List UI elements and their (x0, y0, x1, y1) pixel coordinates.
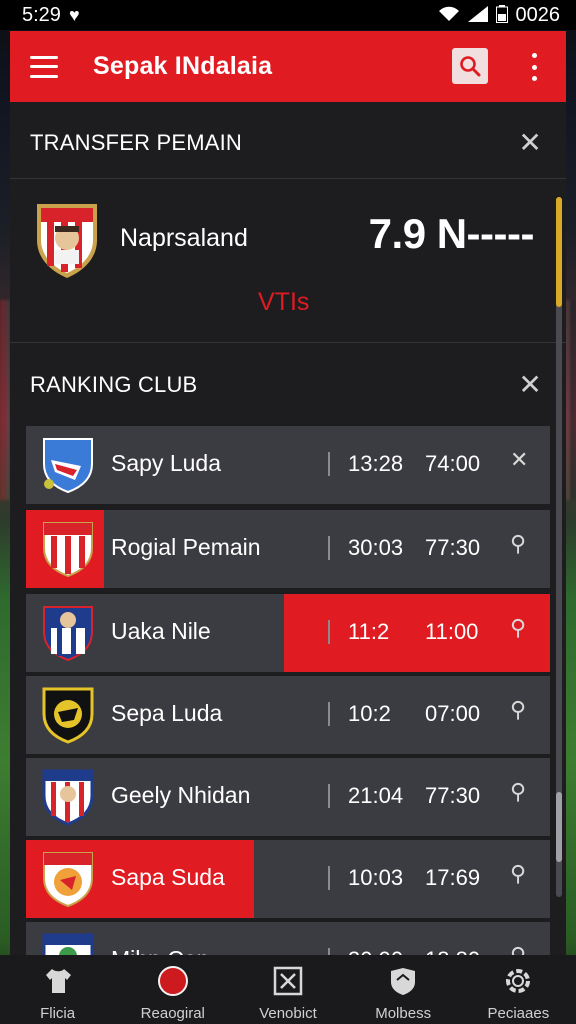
club-name: Sepa Luda (111, 700, 223, 726)
nav-item-venobict[interactable]: Venobict (233, 955, 343, 1024)
row-score: 07:00 (425, 701, 481, 726)
club-name: Sapa Suda (111, 864, 225, 890)
search-icon[interactable]: ⚲ (510, 699, 526, 721)
shirt-icon (42, 965, 74, 997)
club-crest-icon (43, 522, 93, 578)
transfer-header: TRANSFER PEMAIN ✕ (10, 108, 566, 178)
ranking-row[interactable]: Sepa Luda 10:2 07:00 ⚲ (26, 676, 550, 754)
ranking-row[interactable]: Sapa Suda 10:03 17:69 ⚲ (26, 840, 550, 918)
more-vert-icon[interactable] (530, 53, 538, 81)
separator (328, 452, 330, 476)
scrollbar-thumb[interactable] (556, 197, 562, 307)
club-name: Uaka Nile (111, 618, 211, 644)
club-crest-icon (43, 438, 93, 494)
transfer-value: 7.9 N----- (368, 210, 535, 257)
scrollbar-thumb-secondary[interactable] (556, 792, 562, 862)
status-bar: 5:29 ♥ 0026 (0, 0, 576, 30)
nav-item-peciaaes[interactable]: Peciaaes (463, 955, 573, 1024)
search-icon[interactable]: ⚲ (510, 781, 526, 803)
ranking-row[interactable]: Uaka Nile 11:2 11:00 ⚲ (26, 594, 550, 672)
row-time: 13:28 (348, 451, 404, 476)
separator (328, 536, 330, 560)
row-score: 74:00 (425, 451, 481, 476)
close-icon[interactable]: ✕ (518, 371, 542, 399)
club-crest-icon (43, 852, 93, 908)
hamburger-icon[interactable] (30, 55, 58, 78)
transfer-tag: VTIs (258, 288, 310, 316)
club-name: Geely Nhidan (111, 782, 251, 808)
player-name: Naprsaland (120, 224, 248, 252)
search-icon (460, 56, 481, 77)
separator (328, 702, 330, 726)
club-crest-icon (43, 606, 93, 662)
separator (328, 866, 330, 890)
row-score: 77:30 (425, 783, 481, 808)
club-crest-icon (42, 769, 94, 826)
ranking-row[interactable]: Geely Nhidan 21:04 77:30 ⚲ (26, 758, 550, 836)
close-icon[interactable]: ✕ (518, 129, 542, 157)
nav-label: Venobict (259, 1005, 317, 1022)
ranking-row[interactable]: Sapy Luda 13:28 74:00 ✕ (26, 426, 550, 504)
app-bar: Sepak INdalaia (10, 31, 566, 102)
nav-item-flicia[interactable]: Flicia (3, 955, 113, 1024)
settings-icon (502, 965, 534, 997)
row-time: 10:2 (348, 701, 391, 726)
row-time: 30:03 (348, 535, 404, 560)
content-panel: TRANSFER PEMAIN ✕ Naprsaland 7.9 N----- … (10, 102, 566, 962)
separator (328, 784, 330, 808)
row-score: 17:69 (425, 865, 481, 890)
separator (328, 620, 330, 644)
club-name: Sapy Luda (111, 450, 221, 476)
battery-text: 0026 (515, 3, 561, 26)
row-time: 10:03 (348, 865, 404, 890)
status-time: 5:29 (22, 3, 61, 26)
ball-icon (157, 965, 189, 997)
signal-icon (467, 5, 488, 25)
search-icon[interactable]: ⚲ (510, 533, 526, 555)
club-crest-icon (42, 687, 94, 744)
divider (10, 342, 566, 343)
search-button[interactable] (452, 48, 488, 84)
heart-icon: ♥ (68, 5, 80, 25)
row-time: 11:2 (348, 619, 390, 644)
transfer-heading: TRANSFER PEMAIN (30, 130, 243, 155)
club-name: Rogial Pemain (111, 534, 261, 560)
ranking-row[interactable]: Rogial Pemain 30:03 77:30 ⚲ (26, 510, 550, 588)
nav-label: Molbess (375, 1005, 432, 1022)
ranking-header: RANKING CLUB ✕ (10, 350, 566, 420)
bottom-navigation: Flicia Reaogiral Venobict Molbess Peciaa… (0, 955, 576, 1024)
transfer-card[interactable]: Naprsaland 7.9 N----- VTIs (10, 178, 566, 342)
nav-item-reaogiral[interactable]: Reaogiral (118, 955, 228, 1024)
row-score: 11:00 (425, 619, 479, 644)
row-score: 77:30 (425, 535, 481, 560)
club-crest-icon (37, 204, 97, 278)
wifi-icon (438, 6, 460, 25)
search-icon[interactable]: ⚲ (510, 617, 526, 639)
battery-icon (495, 4, 508, 26)
nav-label: Flicia (40, 1005, 76, 1022)
close-icon[interactable]: ✕ (510, 449, 528, 471)
close-box-icon (272, 965, 304, 997)
row-time: 21:04 (348, 783, 404, 808)
ranking-heading: RANKING CLUB (30, 372, 198, 397)
nav-item-molbess[interactable]: Molbess (348, 955, 458, 1024)
nav-label: Reaogiral (140, 1005, 205, 1022)
app-title: Sepak INdalaia (93, 52, 273, 80)
search-icon[interactable]: ⚲ (510, 863, 526, 885)
shield-icon (387, 965, 419, 997)
nav-label: Peciaaes (487, 1005, 550, 1022)
